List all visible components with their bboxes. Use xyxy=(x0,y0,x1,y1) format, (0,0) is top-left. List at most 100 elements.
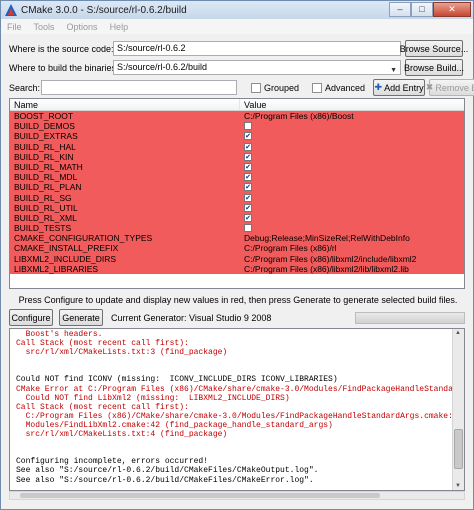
build-combobox[interactable]: S:/source/rl-0.6.2/build ▼ xyxy=(113,60,401,75)
cmake-window: CMake 3.0.0 - S:/source/rl-0.6.2/build –… xyxy=(0,0,474,510)
column-header-name[interactable]: Name xyxy=(10,99,240,110)
title-bar[interactable]: CMake 3.0.0 - S:/source/rl-0.6.2/build –… xyxy=(1,1,473,19)
row-name: BUILD_RL_MDL xyxy=(14,172,78,183)
table-row[interactable]: CMAKE_CONFIGURATION_TYPES Debug;Release;M… xyxy=(10,233,464,244)
table-row[interactable]: BUILD_RL_HAL ✔ xyxy=(10,141,464,152)
checked-checkbox[interactable]: ✔ xyxy=(244,213,252,222)
window-controls: – □ ✕ xyxy=(389,2,471,18)
output-line: Could NOT find ICONV (missing: ICONV_INC… xyxy=(16,375,338,385)
close-button[interactable]: ✕ xyxy=(433,2,471,17)
row-value-checkbox-cell: ✔ xyxy=(240,131,464,141)
generate-button[interactable]: Generate xyxy=(59,309,103,326)
output-log[interactable]: Boost's headers. Call Stack (most recent … xyxy=(9,328,465,491)
row-value-checkbox-cell: ✔ xyxy=(240,193,464,203)
advanced-checkbox[interactable] xyxy=(312,82,323,93)
output-line: See also "S:/source/rl-0.6.2/build/CMake… xyxy=(16,466,319,476)
checked-checkbox[interactable]: ✔ xyxy=(244,203,252,212)
checked-checkbox[interactable]: ✔ xyxy=(244,183,252,192)
horizontal-scroll-thumb[interactable] xyxy=(20,493,380,498)
browse-source-button[interactable]: Browse Source... xyxy=(400,40,468,57)
table-row[interactable]: LIBXML2_INCLUDE_DIRS C:/Program Files (x8… xyxy=(10,253,464,264)
output-line: C:/Program Files (x86)/CMake/share/cmake… xyxy=(16,411,465,421)
grouped-checkbox[interactable] xyxy=(251,82,261,93)
build-label: Where to build the binaries: xyxy=(9,62,119,73)
output-line: src/rl/xml/CMakeLists.txt:4 (find_packag… xyxy=(16,430,228,440)
window-title: CMake 3.0.0 - S:/source/rl-0.6.2/build xyxy=(21,4,187,16)
menu-tools[interactable]: Tools xyxy=(28,22,61,32)
scroll-thumb[interactable] xyxy=(454,429,463,469)
maximize-button[interactable]: □ xyxy=(411,2,433,17)
row-value: C:/Program Files (x86)/libxml2/include/l… xyxy=(244,253,417,264)
table-row[interactable]: BUILD_RL_KIN ✔ xyxy=(10,151,464,162)
column-header-value[interactable]: Value xyxy=(240,99,266,110)
checked-checkbox[interactable]: ✔ xyxy=(244,132,252,141)
row-value-checkbox-cell: ✔ xyxy=(240,213,464,223)
chevron-down-icon[interactable]: ▼ xyxy=(390,64,397,77)
cmake-logo-icon xyxy=(5,4,17,16)
menu-help[interactable]: Help xyxy=(104,22,135,32)
row-name: BOOST_ROOT xyxy=(14,111,74,121)
output-horizontal-scrollbar[interactable] xyxy=(9,491,465,500)
menu-bar: File Tools Options Help xyxy=(1,19,473,34)
checked-checkbox[interactable]: ✔ xyxy=(244,142,252,151)
table-row[interactable]: BUILD_RL_XML ✔ xyxy=(10,212,464,224)
table-row[interactable]: BUILD_DEMOS xyxy=(10,121,464,132)
current-generator-label: Current Generator: Visual Studio 9 2008 xyxy=(111,312,272,323)
plus-icon: ✚ xyxy=(374,82,383,92)
remove-entry-button[interactable]: ✖ Remove Entry xyxy=(425,79,474,96)
grouped-label: Grouped xyxy=(264,82,300,93)
search-input[interactable] xyxy=(41,80,237,95)
table-row[interactable]: CMAKE_INSTALL_PREFIX C:/Program Files (x8… xyxy=(10,243,464,254)
table-row[interactable]: BUILD_TESTS xyxy=(10,223,464,234)
menu-options[interactable]: Options xyxy=(61,22,104,32)
row-value-checkbox-cell xyxy=(240,121,464,131)
remove-entry-label: Remove Entry xyxy=(435,82,474,93)
row-value-checkbox-cell: ✔ xyxy=(240,162,464,172)
row-name: BUILD_RL_UTIL xyxy=(14,202,78,213)
row-value-checkbox-cell: ✔ xyxy=(240,152,464,162)
minimize-button[interactable]: – xyxy=(389,2,411,17)
search-row: Search: Grouped Advanced ✚ Add Entry ✖ R… xyxy=(9,79,474,96)
table-row[interactable]: BUILD_RL_UTIL ✔ xyxy=(10,202,464,213)
row-value-checkbox-cell xyxy=(240,223,464,233)
unchecked-checkbox[interactable] xyxy=(244,122,252,131)
output-lines: Boost's headers. Call Stack (most recent … xyxy=(10,329,464,485)
table-row[interactable]: BOOST_ROOT C:/Program Files (x86)/Boost xyxy=(10,111,464,122)
table-row[interactable]: BUILD_EXTRAS ✔ xyxy=(10,131,464,142)
row-value-checkbox-cell: ✔ xyxy=(240,172,464,182)
table-row[interactable]: BUILD_RL_MDL ✔ xyxy=(10,172,464,183)
row-name: BUILD_RL_HAL xyxy=(14,141,76,152)
configure-button[interactable]: Configure xyxy=(9,309,53,326)
x-icon: ✖ xyxy=(425,82,434,92)
build-value: S:/source/rl-0.6.2/build xyxy=(117,62,208,72)
checked-checkbox[interactable]: ✔ xyxy=(244,152,252,161)
checked-checkbox[interactable]: ✔ xyxy=(244,173,252,182)
table-row[interactable]: LIBXML2_LIBRARIES C:/Program Files (x86)/… xyxy=(10,263,464,274)
build-row: Where to build the binaries: S:/source/r… xyxy=(9,59,464,76)
table-row[interactable]: BUILD_RL_SG ✔ xyxy=(10,192,464,203)
output-line: CMake Error at C:/Program Files (x86)/CM… xyxy=(16,384,465,394)
row-value: C:/Program Files (x86)/rl xyxy=(244,243,337,254)
output-vertical-scrollbar[interactable]: ▲ ▼ xyxy=(452,329,464,490)
source-label: Where is the source code: xyxy=(9,43,114,54)
row-name: LIBXML2_INCLUDE_DIRS xyxy=(14,253,117,264)
source-input[interactable]: S:/source/rl-0.6.2 xyxy=(113,41,401,56)
output-line: Configuring incomplete, errors occurred! xyxy=(16,457,209,467)
add-entry-button[interactable]: ✚ Add Entry xyxy=(373,79,426,96)
checked-checkbox[interactable]: ✔ xyxy=(244,162,252,171)
info-text: Press Configure to update and display ne… xyxy=(18,295,458,305)
row-name: BUILD_TESTS xyxy=(14,223,72,234)
browse-build-button[interactable]: Browse Build... xyxy=(404,59,464,76)
scroll-down-icon[interactable]: ▼ xyxy=(455,483,461,489)
row-name: BUILD_RL_SG xyxy=(14,192,72,203)
menu-file[interactable]: File xyxy=(1,22,28,32)
table-row[interactable]: BUILD_RL_MATH ✔ xyxy=(10,161,464,173)
table-row[interactable]: BUILD_RL_PLAN ✔ xyxy=(10,182,464,193)
scroll-up-icon[interactable]: ▲ xyxy=(455,330,461,336)
add-entry-label: Add Entry xyxy=(384,82,424,93)
checked-checkbox[interactable]: ✔ xyxy=(244,193,252,202)
row-name: CMAKE_INSTALL_PREFIX xyxy=(14,243,119,254)
unchecked-checkbox[interactable] xyxy=(244,224,252,233)
